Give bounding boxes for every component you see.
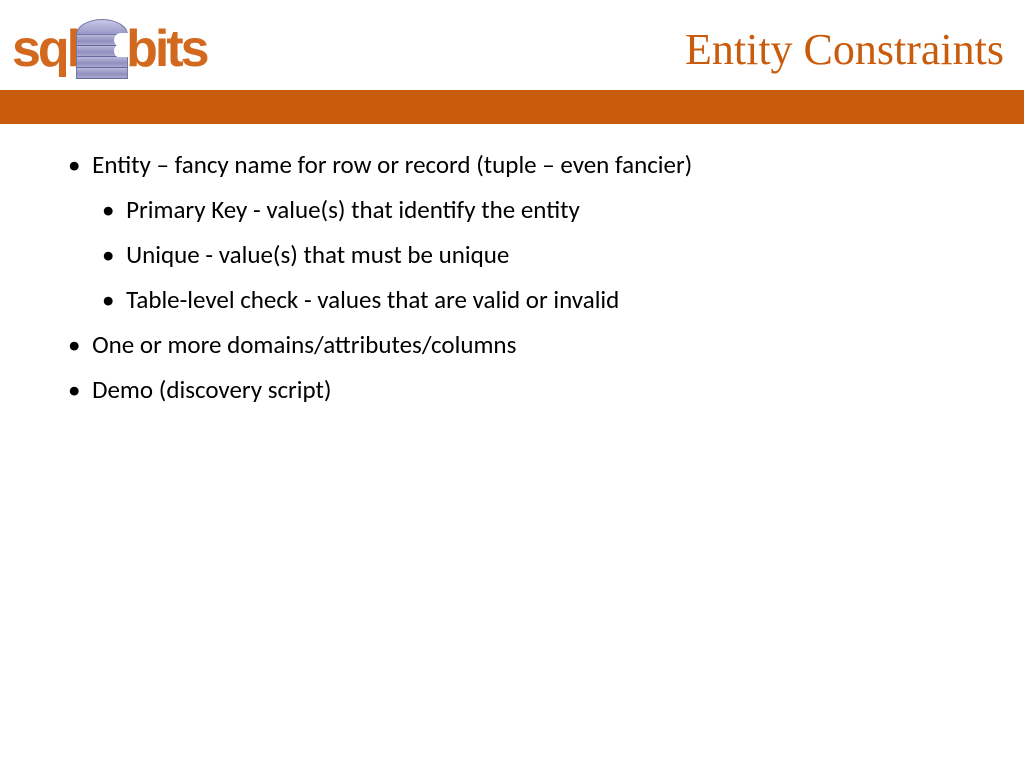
database-icon [76,15,128,83]
bullet-text: Primary Key - value(s) that identify the… [126,194,580,225]
slide-header: sql bits Entity Constraints [0,0,1024,90]
slide-title: Entity Constraints [685,24,1004,75]
slide-content: Entity – fancy name for row or record (t… [0,124,1024,412]
sub-bullet-item: Table-level check - values that are vali… [102,277,964,322]
bullet-text: Demo (discovery script) [92,374,331,405]
logo-text-sql: sql [12,23,78,75]
bullet-text: One or more domains/attributes/columns [92,329,516,360]
sub-bullet-item: Unique - value(s) that must be unique [102,232,964,277]
bullet-text: Unique - value(s) that must be unique [126,239,509,270]
logo-text-bits: bits [126,23,206,75]
sqlbits-logo: sql bits [12,15,207,83]
bullet-text: Table-level check - values that are vali… [126,284,619,315]
bullet-item: Demo (discovery script) [60,367,964,412]
sub-bullet-list: Primary Key - value(s) that identify the… [102,187,964,322]
bullet-list: Entity – fancy name for row or record (t… [60,142,964,412]
sub-bullet-item: Primary Key - value(s) that identify the… [102,187,964,232]
bullet-text: Entity – fancy name for row or record (t… [92,149,692,180]
bullet-item: Entity – fancy name for row or record (t… [60,142,964,322]
divider-bar [0,90,1024,124]
bullet-item: One or more domains/attributes/columns [60,322,964,367]
